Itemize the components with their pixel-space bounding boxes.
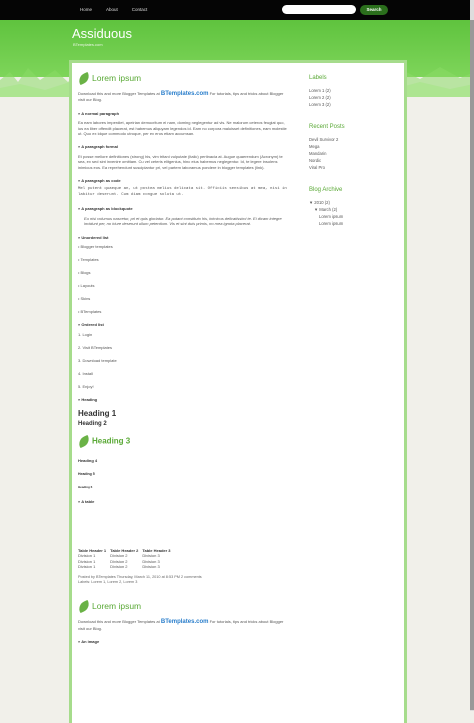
ordered-list: 1. Login 2. Visit BTemplates 3. Download…: [78, 332, 288, 389]
site-subtitle: BTemplates.com: [73, 42, 103, 47]
recent-post-link[interactable]: Nordic: [309, 157, 389, 164]
list-item-text: Skins: [80, 295, 91, 301]
widget-title: Blog Archive: [309, 187, 343, 193]
formal-paragraph: Et posse meliore definitiones (strong) h…: [78, 153, 283, 170]
recent-post-link[interactable]: Devil Survivor 2: [309, 136, 389, 143]
list-item-text: Templates: [80, 256, 99, 262]
main-nav: Home About Contact: [80, 7, 147, 12]
top-bar: Home About Contact Search: [0, 0, 474, 20]
list-item: • BTemplates: [78, 308, 102, 314]
label-link[interactable]: Lorem 2 (2): [309, 94, 389, 101]
post-title[interactable]: Lorem ipsum: [76, 600, 288, 614]
label-link[interactable]: Lorem 1 (2): [309, 87, 389, 94]
archive-post-link[interactable]: Lorem ipsum: [309, 220, 389, 227]
list-item: • Layouts: [78, 282, 95, 288]
site-title[interactable]: Assiduous: [72, 26, 132, 41]
heading-3: Heading 3: [76, 435, 288, 449]
section-label: » A table: [78, 498, 95, 504]
post-title-text[interactable]: Lorem ipsum: [92, 601, 141, 611]
scrollbar-thumb[interactable]: [470, 20, 474, 710]
list-item: 4. Install: [78, 370, 93, 376]
post-intro: Download this and more Blogger Templates…: [78, 619, 288, 631]
recent-post-link[interactable]: Mega: [309, 143, 389, 150]
recent-post-link[interactable]: Mandarin: [309, 150, 389, 157]
blockquote: Eu nisi volumus nascetur, pri et quis gl…: [84, 215, 282, 227]
section-label: » A normal paragraph: [78, 110, 120, 116]
list-item: 3. Download template: [78, 357, 117, 363]
intro-text: Download this and more Blogger Templates…: [78, 91, 160, 96]
archive-year[interactable]: ▼ 2010 (2): [309, 199, 389, 206]
post-title-text[interactable]: Lorem ipsum: [92, 73, 141, 83]
list-item: • Skins: [78, 295, 91, 301]
heading-5: Heading 5: [78, 471, 95, 476]
labels-list: Lorem 1 (2) Lorem 2 (2) Lorem 3 (2): [309, 87, 389, 108]
section-label: » Ordered list: [78, 322, 104, 328]
search-button[interactable]: Search: [360, 5, 388, 15]
widget-title: Labels: [309, 75, 327, 81]
list-item: 5. Enjoy!: [78, 383, 94, 389]
section-label: » Unordered list: [78, 234, 109, 240]
label-link[interactable]: Lorem 3 (2): [309, 101, 389, 108]
code-paragraph: Mel putent quaeque an, ut postea melius …: [78, 187, 287, 197]
btemplates-logo[interactable]: BTemplates.com: [161, 619, 209, 625]
archive-list: ▼ 2010 (2) ▼ March (2) Lorem ipsum Lorem…: [309, 199, 389, 227]
heading-2: Heading 2: [78, 420, 107, 427]
list-item-text: BTemplates: [80, 308, 102, 314]
list-item-text: Login: [82, 331, 93, 337]
list-item: 1. Login: [78, 331, 93, 337]
section-label: » An image: [78, 638, 100, 644]
list-item-text: Download template: [82, 357, 117, 363]
section-label: » A paragraph as code: [78, 178, 121, 184]
nav-contact[interactable]: Contact: [132, 7, 148, 12]
list-item: • Templates: [78, 256, 99, 262]
sample-table: Table Header 1 Table Header 2 Table Head…: [78, 548, 175, 569]
list-item-text: Blogs: [80, 269, 91, 275]
post-title[interactable]: Lorem ipsum: [76, 71, 288, 86]
section-label: » A paragraph as blockquote: [78, 206, 133, 212]
sidebar: Labels Lorem 1 (2) Lorem 2 (2) Lorem 3 (…: [309, 75, 389, 243]
list-item-text: Enjoy!: [82, 383, 94, 389]
recent-posts-list: Devil Survivor 2 Mega Mandarin Nordic Vi…: [309, 136, 389, 171]
archive-post-link[interactable]: Lorem ipsum: [309, 213, 389, 220]
list-item: 2. Visit BTemplates: [78, 344, 112, 350]
recent-post-link[interactable]: Viral Pro: [309, 164, 389, 171]
unordered-list: • Blogger templates • Templates • Blogs …: [78, 244, 288, 314]
nav-about[interactable]: About: [106, 7, 118, 12]
list-item-text: Install: [82, 370, 93, 376]
search-input[interactable]: [282, 5, 356, 14]
heading-1: Heading 1: [78, 408, 117, 418]
section-label: » A paragraph formal: [78, 144, 118, 150]
heading-3-text: Heading 3: [92, 436, 131, 446]
list-item: • Blogger templates: [78, 243, 113, 249]
list-item-text: Layouts: [80, 282, 95, 288]
intro-text: Download this and more Blogger Templates…: [78, 619, 160, 625]
btemplates-logo[interactable]: BTemplates.com: [161, 91, 209, 97]
list-item-text: Visit BTemplates: [82, 344, 112, 350]
labels-widget: Labels Lorem 1 (2) Lorem 2 (2) Lorem 3 (…: [309, 75, 389, 108]
list-item-text: Blogger templates: [80, 243, 113, 249]
archive-month[interactable]: ▼ March (2): [309, 206, 389, 213]
heading-6: Heading 6: [78, 485, 93, 490]
widget-title: Recent Posts: [309, 124, 345, 130]
leaf-icon: [76, 435, 92, 449]
main-column: Lorem ipsum Download this and more Blogg…: [76, 70, 288, 648]
leaf-icon: [76, 600, 92, 614]
list-item: • Blogs: [78, 269, 91, 275]
nav-home[interactable]: Home: [80, 7, 92, 12]
leaf-icon: [76, 71, 92, 86]
section-label: » Heading: [78, 397, 98, 403]
recent-posts-widget: Recent Posts Devil Survivor 2 Mega Manda…: [309, 124, 389, 171]
heading-4: Heading 4: [78, 458, 98, 464]
archive-widget: Blog Archive ▼ 2010 (2) ▼ March (2) Lore…: [309, 187, 389, 227]
normal-paragraph: Ea eam labores imperdiet, apeirian democ…: [78, 120, 287, 137]
post-intro: Download this and more Blogger Templates…: [78, 91, 288, 103]
